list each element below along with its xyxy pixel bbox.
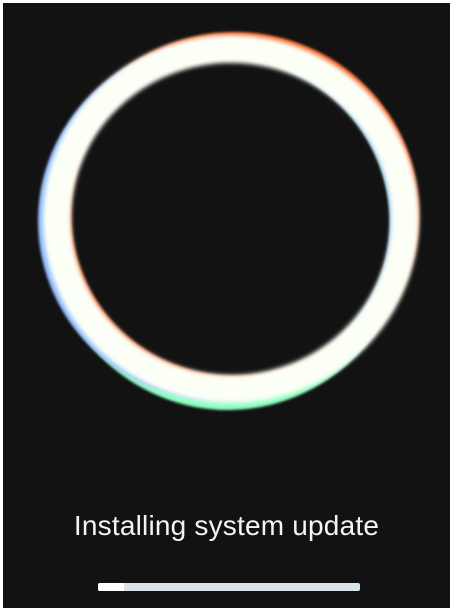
update-status-text: Installing system update	[73, 510, 380, 541]
install-progress-fill	[98, 583, 125, 591]
update-animation-ring	[38, 32, 419, 410]
ring-main	[43, 35, 419, 403]
update-screen: Installing system update	[3, 3, 450, 608]
install-progress-bar	[98, 583, 360, 591]
